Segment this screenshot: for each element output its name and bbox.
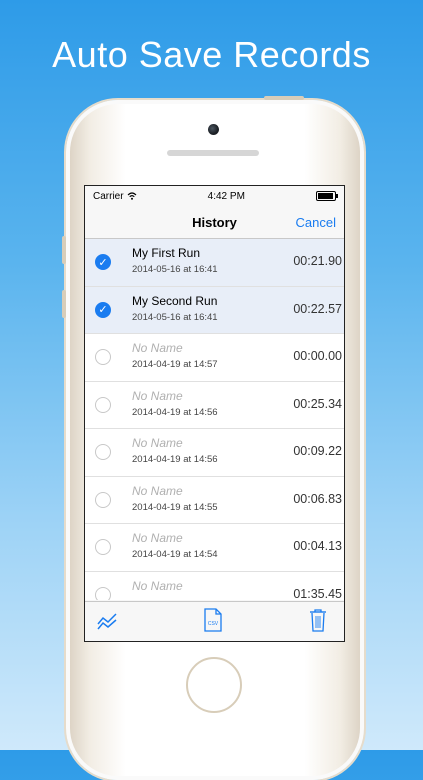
headline: Auto Save Records — [52, 34, 371, 75]
checkmark-icon[interactable] — [95, 396, 111, 413]
record-texts: No Name 2014-04-19 at 14:56 — [132, 389, 218, 418]
checkmark-icon[interactable]: ✓ — [95, 301, 111, 318]
record-date: 2014-05-16 at 16:41 — [132, 311, 218, 323]
record-date: 2014-04-19 at 14:56 — [132, 406, 218, 418]
checkmark-icon[interactable] — [95, 491, 111, 508]
record-row[interactable]: No Name 2014-04-19 at 14:57 00:00.00 — [85, 334, 344, 382]
record-date: 2014-04-19 at 14:57 — [132, 359, 218, 370]
nav-bar: History Cancel — [85, 206, 344, 239]
record-name: No Name — [132, 388, 183, 403]
record-row[interactable]: No Name 01:35.45 — [85, 572, 344, 601]
record-row[interactable]: No Name 2014-04-19 at 14:56 00:09.22 — [85, 429, 344, 477]
wifi-icon — [127, 192, 136, 200]
checkmark-icon[interactable] — [95, 586, 111, 600]
speaker-grille — [167, 150, 259, 156]
record-duration: 00:25.34 — [293, 396, 342, 411]
record-row[interactable]: No Name 2014-04-19 at 14:56 00:25.34 — [85, 382, 344, 429]
carrier: Carrier — [93, 191, 137, 202]
record-row[interactable]: ✓ My First Run 2014-05-16 at 16:41 00:21.90 — [85, 239, 344, 287]
record-duration: 00:21.90 — [293, 254, 342, 268]
camera — [208, 124, 219, 135]
record-row[interactable]: ✓ My Second Run 2014-05-16 at 16:41 00:22.5… — [85, 286, 344, 334]
record-texts: No Name 2014-04-19 at 14:57 — [132, 341, 218, 370]
trash-icon[interactable] — [309, 608, 327, 637]
record-name: My First Run — [132, 246, 201, 260]
record-texts: No Name — [132, 579, 183, 597]
record-date: 2014-04-19 at 14:54 — [132, 549, 218, 560]
status-bar: Carrier 4:42 PM — [85, 186, 344, 206]
checkmark-icon[interactable]: ✓ — [95, 254, 111, 271]
chart-icon[interactable] — [97, 612, 119, 635]
carrier-label: Carrier — [93, 190, 124, 202]
record-texts: No Name 2014-04-19 at 14:55 — [132, 484, 218, 513]
volume-up-button — [62, 236, 66, 264]
record-duration: 00:09.22 — [293, 444, 342, 458]
record-name: No Name — [132, 578, 183, 593]
volume-down-button — [62, 290, 66, 318]
csv-label: CSV — [208, 621, 219, 627]
power-button — [264, 96, 304, 100]
screen: Carrier 4:42 PM History Cancel ✓ My First… — [84, 185, 345, 642]
record-texts: My Second Run 2014-05-16 at 16:41 — [132, 294, 218, 323]
battery-icon — [316, 191, 338, 201]
record-name: No Name — [132, 531, 183, 545]
record-row[interactable]: No Name 2014-04-19 at 14:55 00:06.83 — [85, 477, 344, 524]
record-date: 2014-04-19 at 14:55 — [132, 501, 218, 513]
checkmark-icon[interactable] — [95, 349, 111, 366]
record-date: 2014-04-19 at 14:56 — [132, 454, 218, 465]
record-name: My Second Run — [132, 293, 218, 308]
record-texts: No Name 2014-04-19 at 14:54 — [132, 531, 218, 560]
record-name: No Name — [132, 341, 183, 355]
record-name: No Name — [132, 436, 183, 450]
record-texts: No Name 2014-04-19 at 14:56 — [132, 436, 218, 465]
home-button[interactable] — [186, 657, 242, 713]
page-title: History — [192, 214, 237, 230]
record-name: No Name — [132, 483, 183, 498]
clock: 4:42 PM — [207, 190, 245, 202]
toolbar: CSV — [85, 601, 344, 641]
record-list: ✓ My First Run 2014-05-16 at 16:41 00:21.90… — [85, 239, 344, 600]
record-row[interactable]: No Name 2014-04-19 at 14:54 00:04.13 — [85, 524, 344, 572]
record-duration: 00:00.00 — [293, 349, 342, 363]
record-duration: 00:06.83 — [293, 491, 342, 506]
record-duration: 00:04.13 — [293, 539, 342, 553]
record-duration: 00:22.57 — [293, 301, 342, 316]
record-date: 2014-05-16 at 16:41 — [132, 264, 218, 275]
checkmark-icon[interactable] — [95, 539, 111, 556]
record-texts: My First Run 2014-05-16 at 16:41 — [132, 246, 218, 275]
checkmark-icon[interactable] — [95, 444, 111, 461]
cancel-button[interactable]: Cancel — [296, 215, 336, 230]
record-duration: 01:35.45 — [293, 586, 342, 601]
csv-export-button[interactable]: CSV — [204, 608, 222, 637]
